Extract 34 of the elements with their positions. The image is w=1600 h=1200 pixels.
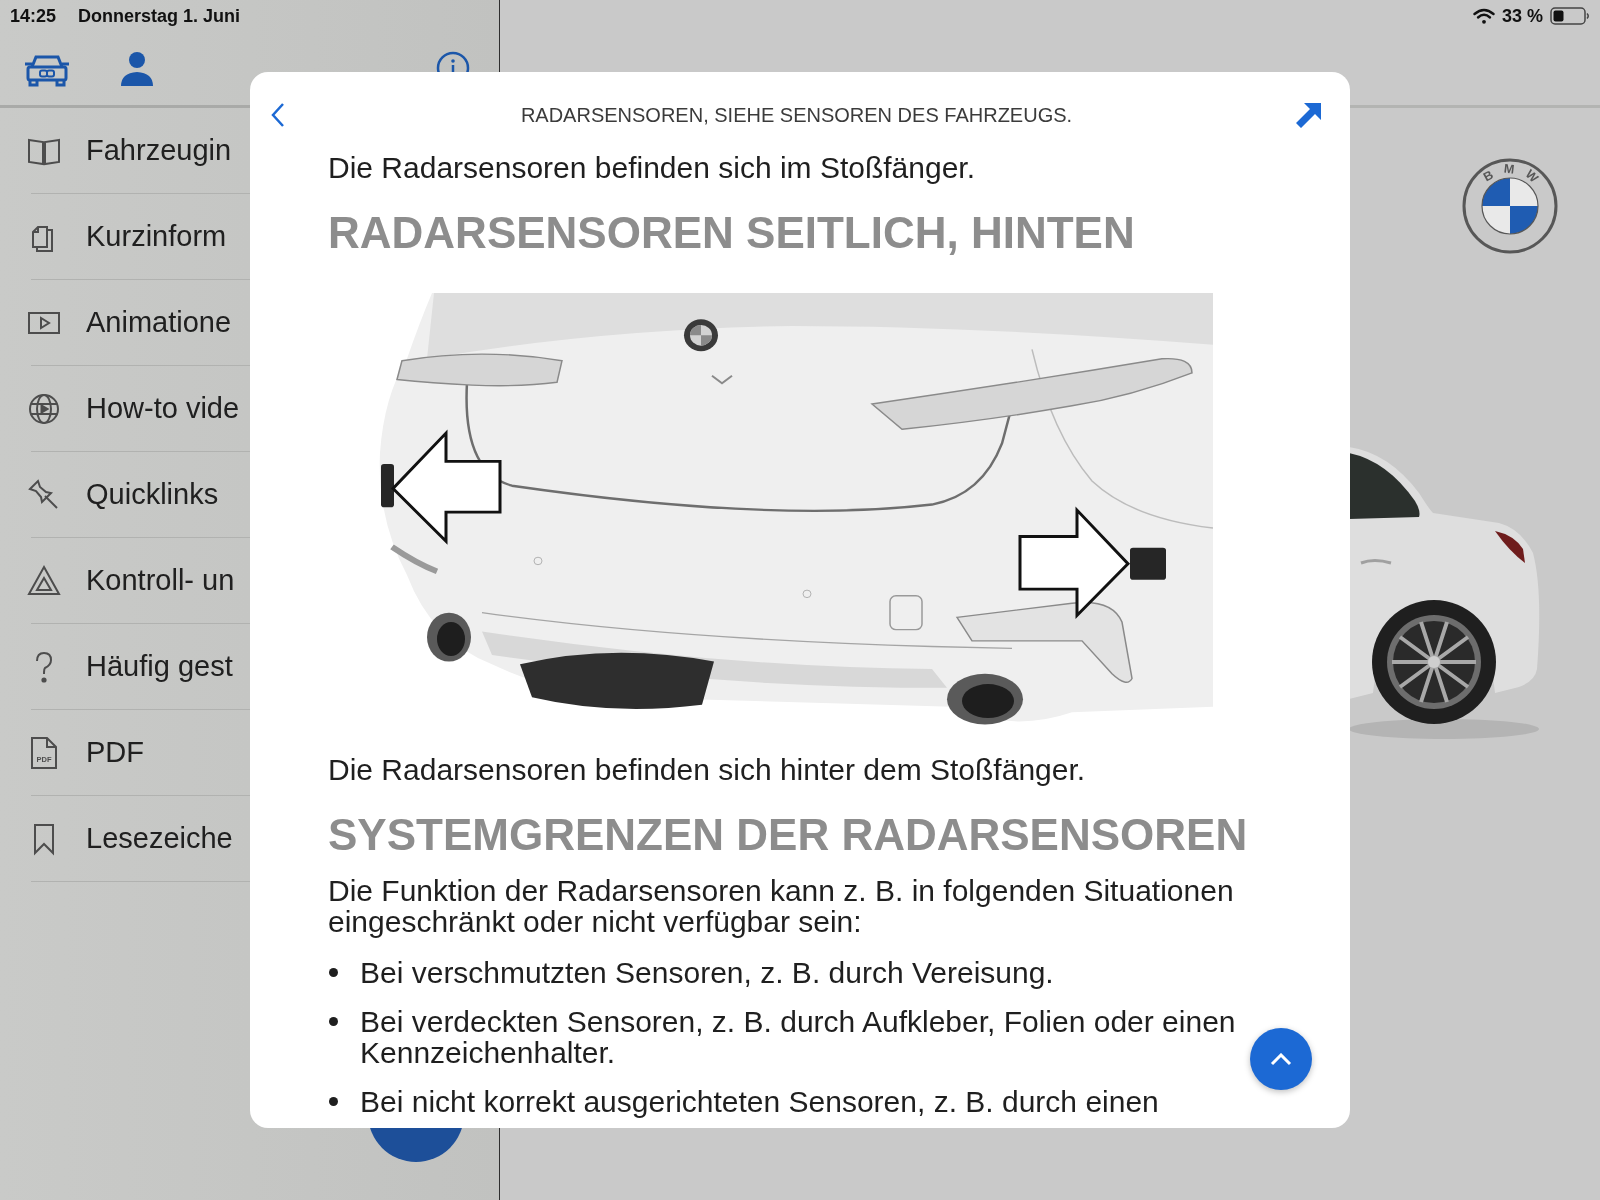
- bullet-icon: [329, 1017, 338, 1026]
- car-icon[interactable]: [24, 53, 70, 87]
- chevron-left-icon: [271, 102, 285, 128]
- person-icon[interactable]: [119, 51, 155, 87]
- paragraph: Die Radarsensoren befinden sich hinter dem Stoßfänger.: [328, 754, 1087, 785]
- dialog-title: RADARSENSOREN, SIEHE SENSOREN DES FAHRZEUGS.: [520, 105, 1073, 125]
- battery-icon: [1550, 7, 1590, 25]
- wifi-icon: [1472, 8, 1495, 24]
- paragraph: Die Funktion der Radarsensoren kann z. B. in folgenden Situationen eingeschränkt oder nicht verfügbar sein:: [328, 875, 1235, 937]
- sensor-marker: [381, 464, 394, 508]
- status-date: Donnerstag 1. Juni: [78, 7, 241, 25]
- diagonal-arrow-icon: [1295, 101, 1322, 129]
- back-button[interactable]: [271, 102, 285, 128]
- exhaust-pipe: [427, 612, 471, 662]
- section-heading: SYSTEMGRENZEN DER RADARSENSOREN: [328, 809, 1249, 861]
- car-emblem: [684, 319, 718, 352]
- battery-percentage: 33 %: [1501, 7, 1543, 25]
- bullet-icon: [329, 968, 338, 977]
- section-heading: RADARSENSOREN SEITLICH, HINTEN: [328, 207, 1136, 259]
- warning-triangle-icon: [27, 563, 61, 598]
- info-icon[interactable]: [435, 51, 471, 72]
- sensor-marker: [1130, 547, 1166, 580]
- list-item-text: Bei verschmutzten Sensoren, z. B. durch Vereisung.: [360, 957, 1054, 988]
- globe-icon: [27, 391, 61, 426]
- list-item-text: Bei verdeckten Sensoren, z. B. durch Aufkleber, Folien oder einen Kennzeichenhalter.: [360, 1006, 1237, 1068]
- floating-button[interactable]: [368, 1128, 464, 1162]
- brand-logo: BMW: [1461, 157, 1559, 255]
- bullet-icon: [329, 1097, 338, 1106]
- paragraph: Die Radarsensoren befinden sich im Stoßfänger.: [328, 152, 977, 183]
- scroll-to-top-button[interactable]: [1250, 1028, 1312, 1090]
- chevron-up-icon: [1270, 1052, 1292, 1066]
- status-time: 14:25: [10, 7, 57, 25]
- arrow-button[interactable]: [1295, 101, 1322, 129]
- list-item-text: Bei nicht korrekt ausgerichteten Sensoren, z. B. durch einen: [360, 1086, 1159, 1117]
